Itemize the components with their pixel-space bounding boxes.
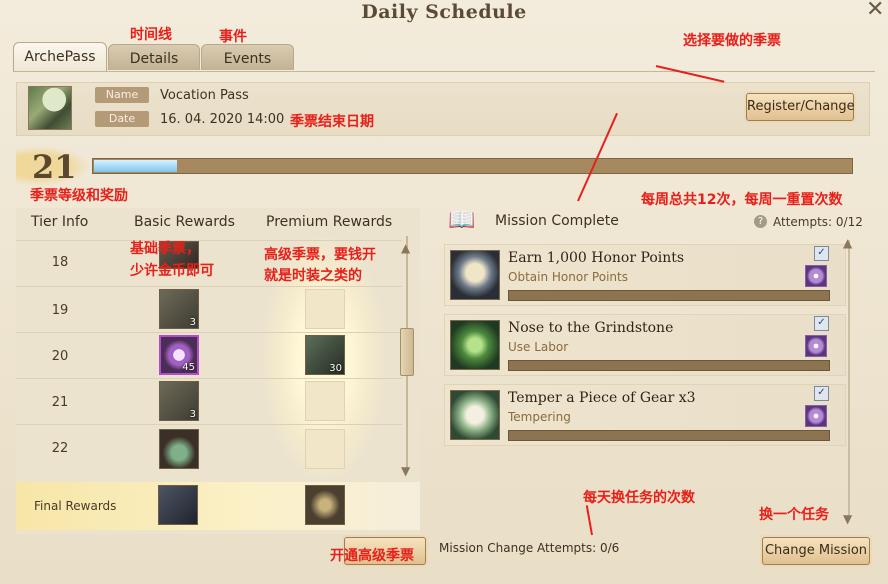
pass-level: 21 <box>32 148 77 186</box>
mission-change-attempts: Mission Change Attempts: 0/6 <box>439 541 620 555</box>
annotation-events: 事件 <box>219 29 247 45</box>
name-label: Name <box>95 87 149 103</box>
tier-scroll-thumb[interactable] <box>400 328 414 376</box>
reward-count: 3 <box>189 317 196 328</box>
mission-progress <box>508 430 830 441</box>
final-basic-reward-slot[interactable] <box>158 485 198 525</box>
mission-complete-header: Mission Complete <box>495 213 619 229</box>
close-icon[interactable]: ✕ <box>866 0 884 22</box>
tab-divider <box>13 71 875 72</box>
annotation-premium-2: 就是时装之类的 <box>264 268 362 284</box>
premium-reward-slot[interactable]: 30 <box>305 335 345 375</box>
date-label: Date <box>95 111 149 127</box>
premium-rewards-header: Premium Rewards <box>266 214 393 230</box>
mission-progress <box>508 290 830 301</box>
tier-info-header: Tier Info <box>31 214 89 230</box>
scroll-up-icon[interactable]: ▲ <box>401 241 410 255</box>
scroll-down-icon[interactable]: ▼ <box>401 464 410 478</box>
annotation-open-premium: 开通高级季票 <box>330 548 414 564</box>
scroll-icon <box>450 250 500 300</box>
annotation-end-date: 季票结束日期 <box>290 114 374 130</box>
annotation-level-rewards: 季票等级和奖励 <box>30 188 128 204</box>
check-icon[interactable]: ✓ <box>814 246 829 261</box>
tier-number: 18 <box>51 255 69 270</box>
pass-date: 16. 04. 2020 14:00 <box>160 112 285 127</box>
annotation-change-one: 换一个任务 <box>759 507 829 523</box>
mission-subtitle: Obtain Honor Points <box>508 270 628 284</box>
help-icon[interactable]: ? <box>754 215 767 228</box>
register-change-button[interactable]: Register/Change <box>746 93 855 121</box>
mission-scroll-track[interactable] <box>848 240 850 520</box>
sprout-icon <box>450 320 500 370</box>
annotation-basic-1: 基础季票， <box>130 241 200 257</box>
reward-count: 45 <box>182 362 195 373</box>
book-icon: 📖 <box>448 208 476 233</box>
tier-row: 20 45 30 <box>16 332 402 379</box>
basic-reward-slot[interactable]: 45 <box>159 335 199 375</box>
basic-reward-slot[interactable]: 3 <box>159 289 199 329</box>
pass-name: Vocation Pass <box>160 88 249 103</box>
scroll-down-icon[interactable]: ▼ <box>843 512 852 526</box>
book-icon <box>450 390 500 440</box>
window-title: Daily Schedule <box>361 1 527 23</box>
tab-events[interactable]: Events <box>201 44 294 70</box>
tab-archepass[interactable]: ArchePass <box>13 42 107 72</box>
change-mission-button[interactable]: Change Mission <box>762 537 870 565</box>
final-rewards-label: Final Rewards <box>34 499 117 513</box>
gem-icon <box>805 335 827 357</box>
annotation-premium-1: 高级季票，要钱开 <box>264 247 376 263</box>
xp-progress-fill <box>94 160 177 172</box>
annotation-weekly: 每周总共12次，每周一重置次数 <box>641 192 843 208</box>
annotation-timeline: 时间线 <box>130 27 172 43</box>
tier-number: 19 <box>51 303 69 318</box>
tier-number: 22 <box>51 441 69 456</box>
tab-details[interactable]: Details <box>108 44 200 70</box>
premium-reward-slot[interactable] <box>305 381 345 421</box>
premium-reward-slot[interactable] <box>305 429 345 469</box>
annotation-basic-2: 少许金币即可 <box>130 263 214 279</box>
pass-image <box>28 86 72 130</box>
mission-title: Temper a Piece of Gear x3 <box>508 390 696 406</box>
reward-count: 3 <box>189 409 196 420</box>
gem-icon <box>805 265 827 287</box>
final-premium-reward-slot[interactable] <box>305 485 345 525</box>
tier-row: 21 3 <box>16 378 402 425</box>
gem-icon <box>805 405 827 427</box>
check-icon[interactable]: ✓ <box>814 386 829 401</box>
attempts-counter: Attempts: 0/12 <box>773 215 863 229</box>
scroll-up-icon[interactable]: ▲ <box>843 236 852 250</box>
basic-reward-slot[interactable]: 3 <box>159 381 199 421</box>
check-icon[interactable]: ✓ <box>814 316 829 331</box>
basic-reward-slot[interactable] <box>159 429 199 469</box>
tier-number: 20 <box>51 349 69 364</box>
tier-row: 22 <box>16 424 402 471</box>
annotation-daily-change: 每天换任务的次数 <box>583 490 695 506</box>
mission-subtitle: Tempering <box>508 410 571 424</box>
mission-title: Earn 1,000 Honor Points <box>508 250 685 266</box>
mission-subtitle: Use Labor <box>508 340 569 354</box>
annotation-choose-pass: 选择要做的季票 <box>683 33 781 49</box>
tier-row: 19 3 <box>16 286 402 333</box>
mission-progress <box>508 360 830 371</box>
tier-number: 21 <box>51 395 69 410</box>
mission-title: Nose to the Grindstone <box>508 320 674 336</box>
reward-count: 30 <box>329 363 342 374</box>
xp-progress-track <box>92 158 853 174</box>
basic-rewards-header: Basic Rewards <box>134 214 235 230</box>
premium-reward-slot[interactable] <box>305 289 345 329</box>
